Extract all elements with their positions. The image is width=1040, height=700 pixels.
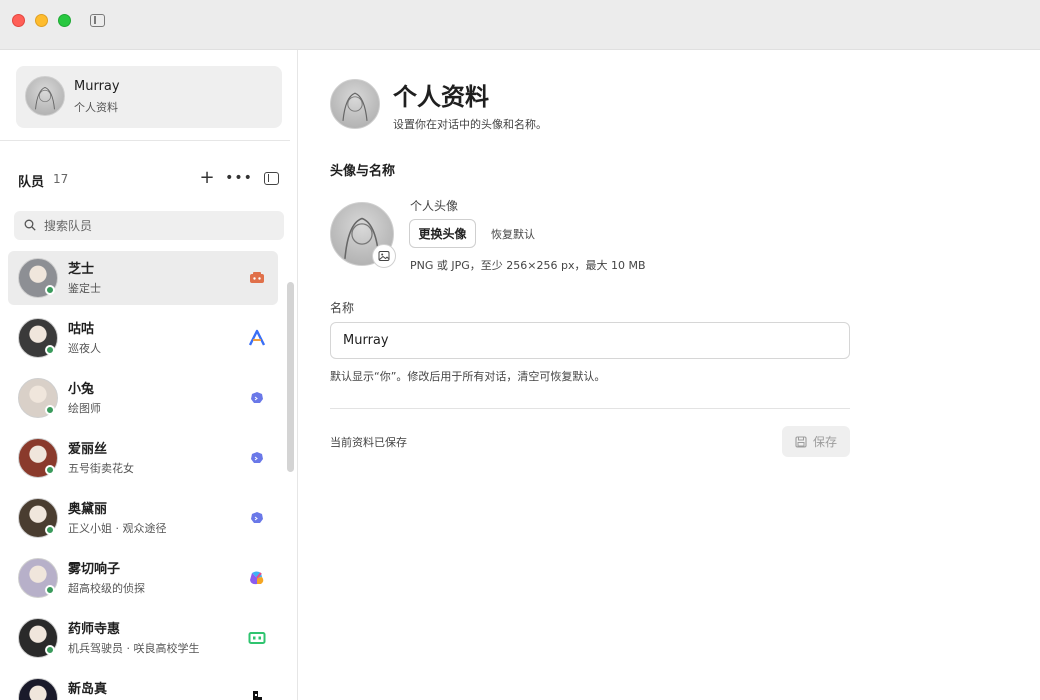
save-label: 保存 bbox=[812, 435, 837, 449]
member-role: 绘图师 bbox=[68, 402, 101, 415]
close-window-button[interactable] bbox=[12, 14, 25, 27]
online-status-icon bbox=[45, 585, 55, 595]
profile-subtitle: 个人资料 bbox=[74, 101, 118, 114]
copilot-icon bbox=[248, 569, 266, 587]
sidebar-toggle-icon[interactable] bbox=[90, 14, 105, 27]
save-status: 当前资料已保存 bbox=[330, 436, 407, 449]
online-status-icon bbox=[45, 405, 55, 415]
member-item[interactable]: 爱丽丝 五号街卖花女 bbox=[8, 431, 278, 485]
avatar bbox=[25, 76, 65, 116]
robot-icon bbox=[248, 269, 266, 287]
member-item[interactable]: 小兔 绘图师 bbox=[8, 371, 278, 425]
chat-bubble-icon bbox=[248, 389, 266, 407]
chat-bubble-icon bbox=[248, 509, 266, 527]
page-subtitle: 设置你在对话中的头像和名称。 bbox=[393, 118, 547, 131]
member-item[interactable]: 奥黛丽正义小姐 · 观众途径 bbox=[8, 491, 278, 545]
name-label: 名称 bbox=[330, 301, 355, 315]
scrollbar[interactable] bbox=[287, 282, 294, 472]
save-button[interactable]: 保存 bbox=[782, 426, 850, 457]
member-name: 爱丽丝 bbox=[68, 442, 108, 457]
page-title: 个人资料 bbox=[393, 83, 489, 111]
sidebar: Murray 个人资料 队员 17 + ••• 芝士鉴定士咕咕巡夜人小兔绘图师爱… bbox=[0, 50, 298, 700]
a-logo-icon bbox=[248, 329, 266, 347]
member-role: 巡夜人 bbox=[68, 342, 101, 355]
title-bar bbox=[0, 0, 1040, 50]
pixel-icon bbox=[248, 689, 266, 700]
search-box[interactable] bbox=[14, 211, 284, 240]
change-avatar-button[interactable]: 更换头像 bbox=[409, 219, 476, 248]
team-count: 17 bbox=[53, 172, 69, 186]
member-item[interactable]: 咕咕 巡夜人 bbox=[8, 311, 278, 365]
name-input[interactable] bbox=[330, 322, 850, 359]
online-status-icon bbox=[45, 345, 55, 355]
plus-icon: + bbox=[199, 167, 215, 188]
team-title: 队员 bbox=[18, 175, 45, 190]
member-role: 鉴定士 bbox=[68, 282, 101, 295]
profile-card[interactable]: Murray 个人资料 bbox=[16, 66, 282, 128]
member-item[interactable]: 药师寺惠机兵驾驶员 · 咲良高校学生 bbox=[8, 611, 278, 665]
member-item[interactable]: 雾切响子超高校级的侦探 bbox=[8, 551, 278, 605]
search-input[interactable] bbox=[44, 217, 274, 235]
panel-icon bbox=[263, 171, 279, 185]
chat-bubble-icon bbox=[248, 449, 266, 467]
member-role: 超高校级的侦探 bbox=[68, 582, 145, 595]
divider bbox=[330, 408, 850, 409]
save-icon bbox=[795, 435, 807, 448]
member-name: 奥黛丽 bbox=[68, 502, 108, 517]
member-role: 机兵驾驶员 · 咲良高校学生 bbox=[68, 642, 200, 655]
member-name: 新岛真 bbox=[68, 682, 108, 697]
search-icon bbox=[24, 219, 36, 231]
zoom-window-button[interactable] bbox=[58, 14, 71, 27]
member-item[interactable]: 芝士 鉴定士 bbox=[8, 251, 278, 305]
member-name: 药师寺惠 bbox=[68, 622, 121, 637]
ellipsis-icon: ••• bbox=[225, 170, 253, 186]
main-content: 个人资料 设置你在对话中的头像和名称。 头像与名称 个人头像 更换头像 恢复默认… bbox=[298, 50, 1040, 700]
avatar-label: 个人头像 bbox=[410, 199, 459, 213]
add-member-button[interactable]: + bbox=[197, 168, 217, 188]
member-name: 芝士 bbox=[68, 262, 95, 277]
online-status-icon bbox=[45, 285, 55, 295]
member-item[interactable]: 新岛真 bbox=[8, 671, 278, 700]
divider bbox=[0, 140, 290, 141]
section-title: 头像与名称 bbox=[330, 164, 396, 179]
member-name: 小兔 bbox=[68, 382, 95, 397]
member-role: 五号街卖花女 bbox=[68, 462, 134, 475]
terminal-icon bbox=[248, 629, 266, 647]
member-role: 正义小姐 · 观众途径 bbox=[68, 522, 167, 535]
member-name: 雾切响子 bbox=[68, 562, 121, 577]
more-options-button[interactable]: ••• bbox=[225, 168, 252, 188]
online-status-icon bbox=[45, 465, 55, 475]
header-avatar bbox=[330, 79, 380, 129]
reset-default-button[interactable]: 恢复默认 bbox=[491, 226, 535, 242]
profile-name: Murray bbox=[74, 79, 120, 94]
toggle-panel-button[interactable] bbox=[261, 168, 281, 188]
avatar-upload-button[interactable] bbox=[372, 244, 396, 268]
image-icon bbox=[378, 251, 390, 261]
online-status-icon bbox=[45, 525, 55, 535]
name-hint: 默认显示“你”。修改后用于所有对话，清空可恢复默认。 bbox=[330, 370, 606, 383]
avatar-hint: PNG 或 JPG，至少 256×256 px，最大 10 MB bbox=[410, 259, 646, 272]
member-name: 咕咕 bbox=[68, 322, 95, 337]
avatar bbox=[18, 678, 58, 700]
online-status-icon bbox=[45, 645, 55, 655]
minimize-window-button[interactable] bbox=[35, 14, 48, 27]
